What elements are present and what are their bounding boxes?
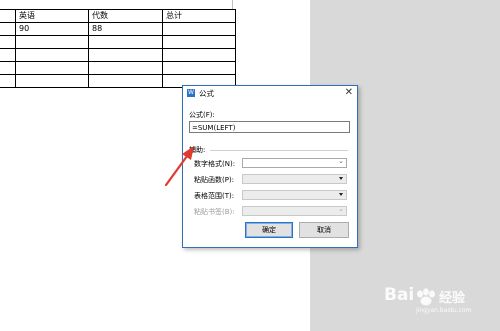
watermark-brand-suffix: 经验 (439, 291, 466, 306)
table-cell[interactable] (162, 22, 236, 36)
dropdown-arrow-icon (339, 177, 343, 180)
helper-separator (210, 150, 348, 151)
table-cell[interactable] (88, 48, 163, 62)
watermark-brand: Bai (384, 285, 415, 305)
table-cell[interactable] (88, 35, 163, 49)
formula-input[interactable]: =SUM(LEFT) (189, 121, 350, 133)
chevron-down-icon: ⌄ (338, 157, 344, 165)
table-cell[interactable]: 90 (15, 22, 89, 36)
table-cell[interactable] (0, 74, 16, 88)
table-cell[interactable] (0, 35, 16, 49)
watermark-url: jingyan.baidu.com (416, 307, 472, 314)
table-row (0, 48, 236, 62)
paste-function-label: 粘贴函数(P): (194, 176, 235, 184)
dropdown-arrow-icon (339, 193, 343, 196)
number-format-select[interactable]: ⌄ (242, 157, 347, 168)
table-cell[interactable] (88, 61, 163, 75)
table-range-select[interactable] (242, 190, 347, 200)
table-cell[interactable] (15, 48, 89, 62)
formula-dialog: W 公式 ✕ 公式(F): =SUM(LEFT) 辅助: 数字格式(N): ⌄ … (182, 85, 358, 248)
table-cell[interactable] (162, 35, 236, 49)
table-cell[interactable] (0, 61, 16, 75)
table-cell[interactable] (15, 74, 89, 88)
paste-bookmark-select: ⌄ (242, 205, 347, 216)
chevron-down-icon: ⌄ (338, 205, 344, 213)
table-cell[interactable] (88, 74, 163, 88)
table-cell[interactable]: 88 (88, 22, 163, 36)
table-row: 90 88 (0, 22, 236, 36)
table-cell[interactable] (162, 48, 236, 62)
close-icon[interactable]: ✕ (345, 86, 353, 100)
table-cell[interactable] (15, 35, 89, 49)
table-cell[interactable]: 总计 (162, 9, 236, 23)
annotation-arrow (164, 146, 194, 187)
table-row: 英语 代数 总计 (0, 9, 236, 23)
table-cell[interactable]: 代数 (88, 9, 163, 23)
wps-app-icon: W (187, 89, 195, 97)
paste-function-select[interactable] (242, 174, 347, 184)
watermark: Bai 经验 jingyan.baidu.com (382, 285, 497, 315)
table-cell[interactable] (15, 61, 89, 75)
table-row (0, 35, 236, 49)
table-cell[interactable] (0, 48, 16, 62)
word-table: 英语 代数 总计 90 88 (0, 9, 236, 88)
table-row (0, 61, 236, 75)
table-range-label: 表格范围(T): (194, 192, 235, 200)
paste-bookmark-label: 粘贴书签(B): (194, 208, 235, 216)
dialog-titlebar[interactable]: W 公式 ✕ (183, 86, 357, 100)
dialog-title: 公式 (199, 89, 214, 98)
table-cell[interactable]: 英语 (15, 9, 89, 23)
number-format-label: 数字格式(N): (194, 160, 236, 168)
formula-label: 公式(F): (189, 111, 215, 119)
table-cell[interactable] (0, 9, 16, 23)
table-cell[interactable] (0, 22, 16, 36)
cancel-button[interactable]: 取消 (299, 222, 349, 238)
table-cell[interactable] (162, 61, 236, 75)
ok-button[interactable]: 确定 (245, 222, 293, 238)
